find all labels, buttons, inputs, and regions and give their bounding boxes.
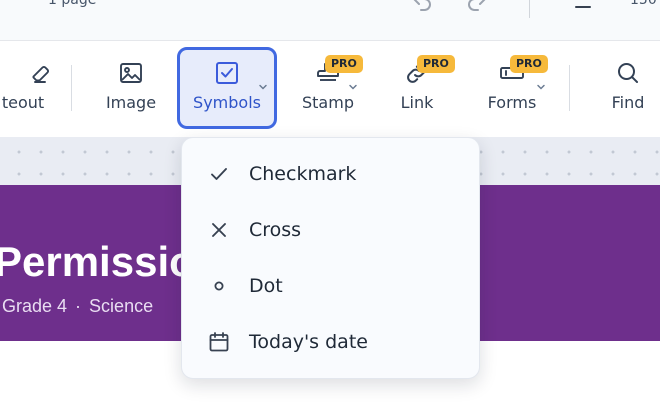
menu-item-dot[interactable]: Dot — [182, 258, 479, 314]
tool-find[interactable]: Find — [602, 47, 654, 129]
image-icon — [117, 59, 145, 87]
zoom-level[interactable]: 150 — [630, 0, 657, 8]
tool-label: Forms — [487, 93, 537, 112]
eraser-icon — [26, 59, 54, 87]
document-subtitle: Grade 4 · Science — [2, 296, 153, 317]
tool-label: Image — [105, 93, 157, 112]
tool-image[interactable]: Image — [96, 47, 166, 129]
tool-label: Find — [611, 93, 645, 112]
toolbar-divider — [71, 65, 72, 111]
tool-strikeout[interactable]: teout — [0, 47, 54, 129]
redo-icon[interactable] — [465, 0, 489, 14]
tool-label: Symbols — [193, 93, 261, 112]
menu-item-label: Cross — [249, 219, 302, 241]
pro-badge: PRO — [417, 55, 455, 73]
menu-icon[interactable] — [573, 0, 593, 8]
chevron-down-icon[interactable] — [536, 77, 546, 90]
undo-icon[interactable] — [410, 0, 434, 14]
menu-item-label: Dot — [249, 275, 283, 297]
search-icon — [614, 59, 642, 87]
pro-badge: PRO — [510, 55, 548, 73]
menu-item-label: Checkmark — [249, 163, 357, 185]
separator: · — [75, 296, 82, 316]
cross-icon — [208, 219, 230, 241]
symbols-dropdown: Checkmark Cross Dot Today's date — [181, 137, 480, 379]
chevron-down-icon[interactable] — [348, 77, 358, 90]
menu-item-todays-date[interactable]: Today's date — [182, 314, 479, 370]
checkbox-icon — [213, 59, 241, 87]
tool-label: teout — [1, 93, 45, 112]
topbar-divider — [529, 0, 530, 18]
menu-item-cross[interactable]: Cross — [182, 202, 479, 258]
tool-label: Stamp — [302, 93, 354, 112]
calendar-icon — [208, 331, 230, 353]
page-count: 1 page — [48, 0, 97, 8]
subject-label: Science — [89, 296, 154, 316]
menu-item-label: Today's date — [249, 331, 368, 353]
pro-badge: PRO — [325, 55, 363, 73]
document-title: Permissio — [0, 238, 195, 285]
top-bar: 1 page 150 — [0, 0, 660, 41]
menu-item-checkmark[interactable]: Checkmark — [182, 146, 479, 202]
check-icon — [208, 163, 230, 185]
tool-symbols[interactable]: Symbols — [177, 47, 277, 129]
grade-label: Grade 4 — [2, 296, 68, 316]
dot-icon — [208, 275, 230, 297]
chevron-down-icon[interactable] — [258, 77, 268, 90]
annotation-toolbar: teout Image Symbols Stamp PRO Link PRO F… — [0, 41, 660, 137]
tool-label: Link — [400, 93, 434, 112]
toolbar-divider — [569, 65, 570, 111]
